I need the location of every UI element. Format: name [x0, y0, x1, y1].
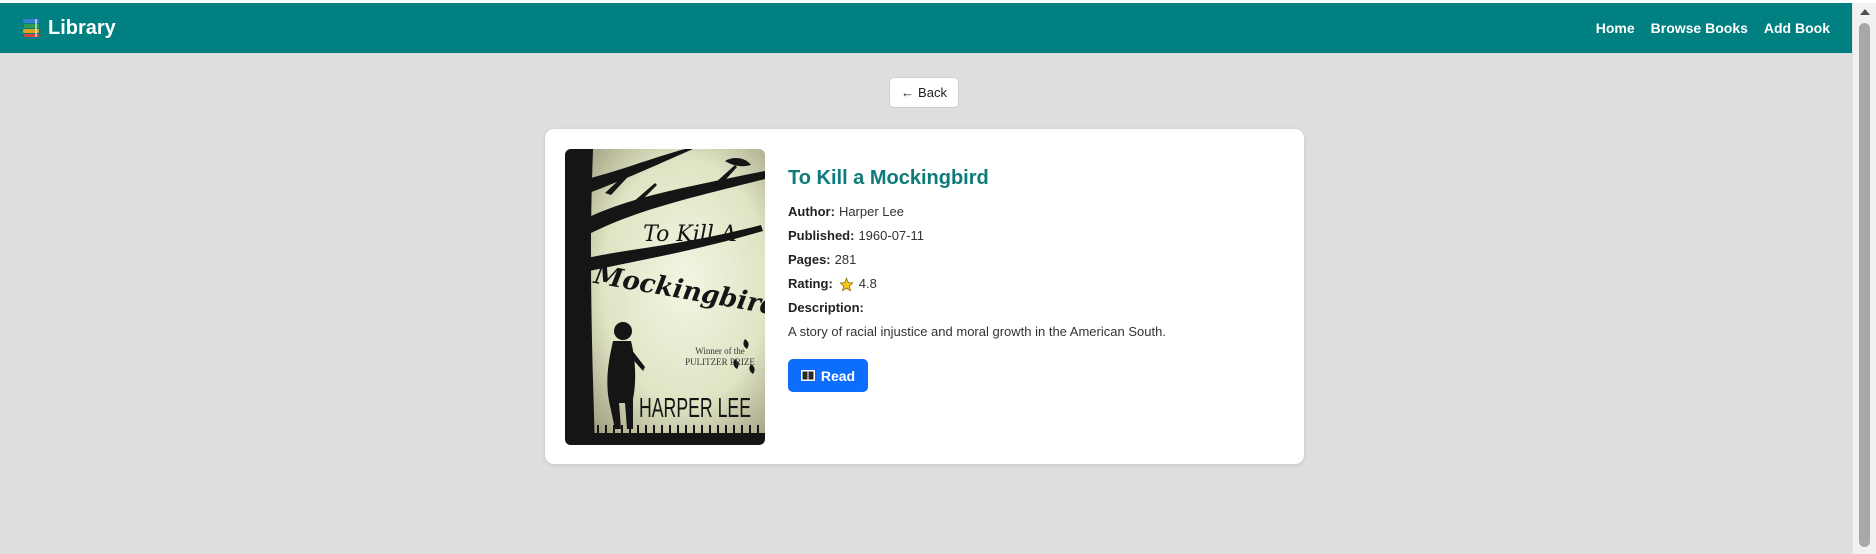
svg-text:PULITZER PRIZE: PULITZER PRIZE [685, 357, 755, 367]
pages-value: 281 [834, 252, 857, 267]
svg-text:To Kill A: To Kill A [643, 222, 737, 247]
rating-row: Rating: 4.8 [788, 276, 1278, 292]
published-label: Published: [788, 228, 855, 243]
description-text: A story of racial injustice and moral gr… [788, 324, 1166, 339]
books-icon [23, 19, 39, 37]
back-button[interactable]: ← Back [889, 77, 959, 108]
book-cover-image: To Kill A Mockingbird Winner of the PULI… [565, 149, 765, 445]
brand[interactable]: Library [22, 3, 116, 53]
description-label: Description: [788, 300, 864, 315]
brand-title: Library [48, 16, 116, 39]
book-detail-card: To Kill A Mockingbird Winner of the PULI… [545, 129, 1304, 464]
back-button-label: Back [918, 85, 947, 100]
book-title: To Kill a Mockingbird [788, 167, 989, 189]
rating-label: Rating: [788, 276, 833, 291]
author-value: Harper Lee [838, 204, 904, 219]
author-label: Author: [788, 204, 835, 219]
scroll-thumb[interactable] [1859, 23, 1870, 547]
top-navbar: Library Home Browse Books Add Book [0, 3, 1852, 53]
vertical-scrollbar[interactable] [1852, 3, 1876, 554]
rating-value: 4.8 [858, 276, 877, 291]
published-row: Published: 1960-07-11 [788, 228, 1278, 244]
scroll-up-arrow-icon[interactable] [1860, 9, 1870, 15]
description-row: Description: [788, 300, 1278, 316]
svg-text:HARPER LEE: HARPER LEE [639, 392, 751, 423]
left-arrow-icon: ← [901, 85, 915, 100]
star-icon [839, 276, 854, 292]
book-info: To Kill a Mockingbird Author: Harper Lee… [788, 167, 1278, 340]
nav-browse-books-link[interactable]: Browse Books [1651, 20, 1748, 36]
svg-text:Winner of the: Winner of the [695, 346, 745, 356]
read-button-label: Read [820, 367, 856, 384]
nav-add-book-link[interactable]: Add Book [1764, 20, 1830, 36]
author-row: Author: Harper Lee [788, 204, 1278, 220]
nav-home-link[interactable]: Home [1596, 20, 1635, 36]
pages-label: Pages: [788, 252, 831, 267]
nav-links: Home Browse Books Add Book [1596, 3, 1830, 53]
book-icon [800, 370, 815, 381]
read-button[interactable]: Read [788, 359, 868, 392]
pages-row: Pages: 281 [788, 252, 1278, 268]
published-value: 1960-07-11 [858, 228, 924, 243]
